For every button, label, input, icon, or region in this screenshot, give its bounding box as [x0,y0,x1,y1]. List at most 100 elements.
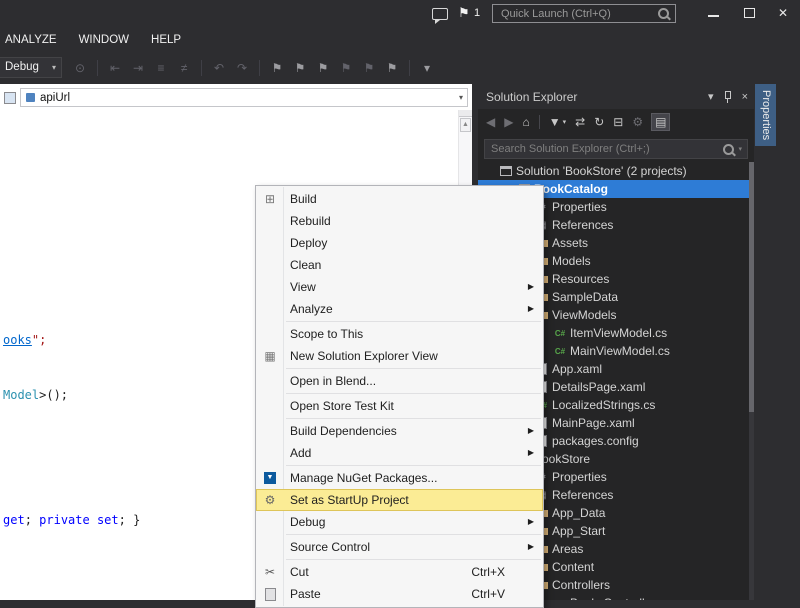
menu-item-clean[interactable]: Clean [256,254,543,276]
menu-item-paste[interactable]: PasteCtrl+V [256,583,543,605]
menu-window[interactable]: WINDOW [68,28,140,52]
quick-launch-input[interactable] [499,7,658,21]
maximize-icon [744,8,755,18]
notifications-flag-icon[interactable]: ⚑ [458,5,470,21]
tree-item-label: References [552,218,613,232]
tree-item-label: ItemViewModel.cs [570,326,667,340]
properties-tab[interactable]: Properties [755,84,776,146]
next-bookmark-folder-icon[interactable]: ⚑ [361,61,377,75]
increase-indent-icon[interactable]: ⇥ [130,61,146,75]
solution-icon [498,163,514,179]
uncomment-lines-icon[interactable]: ≠ [176,61,192,75]
menu-item-add[interactable]: Add ▶ [256,442,543,464]
menu-item-build-dependencies[interactable]: Build Dependencies▶ [256,420,543,442]
csharp-icon [552,325,568,341]
member-dropdown[interactable]: apiUrl ▾ [20,88,468,107]
menu-item-build[interactable]: Build [256,188,543,210]
tree-item-label: Content [552,560,594,574]
menu-item-shortcut: Ctrl+X [471,561,505,583]
tree-item-label: BooksController.cs [570,596,670,600]
close-icon[interactable]: × [742,91,748,103]
build-icon [262,191,278,207]
home-icon[interactable]: ⌂ [522,114,529,130]
code-line: Model>(); [3,388,68,402]
toolbar-separator [539,115,540,129]
csharp-icon [552,595,568,600]
forward-icon[interactable]: ▶ [504,114,513,130]
menu-item-view[interactable]: View▶ [256,276,543,298]
code-segment: get [3,513,25,527]
title-bar: ⚑ 1 ✕ [0,0,800,28]
menu-item-cut[interactable]: Cut Ctrl+X [256,561,543,583]
menu-item-analyze[interactable]: Analyze▶ [256,298,543,320]
tree-item-label: References [552,488,613,502]
tree-item-label: LocalizedStrings.cs [552,398,655,412]
overflow-chevron-icon[interactable]: ▾ [419,61,435,75]
refresh-icon[interactable]: ↻ [594,114,604,130]
minimize-button[interactable] [697,0,729,26]
preview-icon[interactable]: ▤ [652,114,669,130]
menu-item-debug[interactable]: Debug▶ [256,511,543,533]
toggle-bookmark-icon[interactable]: ⚑ [269,61,285,75]
undo-icon[interactable]: ↶ [211,61,227,75]
cut-icon [262,564,278,580]
quick-info-icon[interactable]: ⊙ [72,61,88,75]
clear-bookmarks-icon[interactable]: ⚑ [384,61,400,75]
tree-item-label: Controllers [552,578,610,592]
menu-item-label: Debug [290,515,325,529]
window-menu-chevron-icon[interactable]: ▾ [708,90,714,103]
menu-item-source-control[interactable]: Source Control▶ [256,536,543,558]
menu-item-set-as-startup-project[interactable]: Set as StartUp Project [256,489,543,511]
maximize-button[interactable] [733,0,765,26]
editor-navigation-bar: apiUrl ▾ [0,87,468,108]
sync-icon[interactable]: ⇄ [575,114,585,130]
solution-search-input[interactable] [485,142,723,156]
project-dropdown-icon[interactable] [4,92,16,104]
chevron-down-icon: ▾ [459,93,463,102]
tree-item-label: packages.config [552,434,639,448]
menu-analyze[interactable]: ANALYZE [0,28,68,52]
pin-icon[interactable] [723,90,733,103]
previous-bookmark-icon[interactable]: ⚑ [292,61,308,75]
back-icon[interactable]: ◀ [486,114,495,130]
solution-configuration-combo[interactable]: Debug ▾ [0,57,62,78]
solution-search-box: ▾ [484,139,748,159]
redo-icon[interactable]: ↷ [234,61,250,75]
panel-title: Solution Explorer [486,90,699,104]
search-icon [658,8,669,19]
menu-item-new-solution-explorer-view[interactable]: New Solution Explorer View [256,345,543,367]
submenu-arrow-icon: ▶ [528,442,534,464]
menu-separator [286,321,541,322]
menu-item-label: Cut [290,565,309,579]
menu-item-scope-to-this[interactable]: Scope to This [256,323,543,345]
close-button[interactable]: ✕ [767,0,799,26]
previous-bookmark-folder-icon[interactable]: ⚑ [338,61,354,75]
next-bookmark-icon[interactable]: ⚑ [315,61,331,75]
chevron-down-icon: ▾ [738,145,742,153]
menu-item-deploy[interactable]: Deploy [256,232,543,254]
tree-item-label: Resources [552,272,609,286]
minimize-icon [708,15,719,17]
menu-item-open-store-test-kit[interactable]: Open Store Test Kit [256,395,543,417]
code-segment: Model [3,388,39,402]
comment-lines-icon[interactable]: ≡ [153,61,169,75]
collapse-all-icon[interactable]: ⊟ [613,114,623,130]
decrease-indent-icon[interactable]: ⇤ [107,61,123,75]
menu-separator [286,534,541,535]
properties-gear-icon[interactable]: ⚙ [632,114,643,130]
menu-item-label: Paste [290,587,321,601]
menu-help[interactable]: HELP [140,28,192,52]
filter-icon[interactable]: ▼ [549,114,561,130]
scroll-up-arrow-icon[interactable]: ▲ [460,118,471,132]
tree-item-label: App.xaml [552,362,602,376]
menu-item-label: Add [290,446,311,460]
feedback-bubble-icon[interactable] [432,8,448,20]
solution-explorer-header[interactable]: Solution Explorer ▾ × [478,84,754,109]
solution-explorer-toolbar: ◀▶⌂▼▾⇄↻⊟⚙▤ [478,109,754,135]
menu-item-open-in-blend[interactable]: Open in Blend... [256,370,543,392]
code-segment: ooks [3,333,32,347]
menu-item-manage-nuget-packages[interactable]: Manage NuGet Packages... [256,467,543,489]
tree-item-solution-bookstore-2-projects[interactable]: Solution 'BookStore' (2 projects) [478,162,749,180]
menu-item-rebuild[interactable]: Rebuild [256,210,543,232]
splitter-handle[interactable] [459,110,472,117]
